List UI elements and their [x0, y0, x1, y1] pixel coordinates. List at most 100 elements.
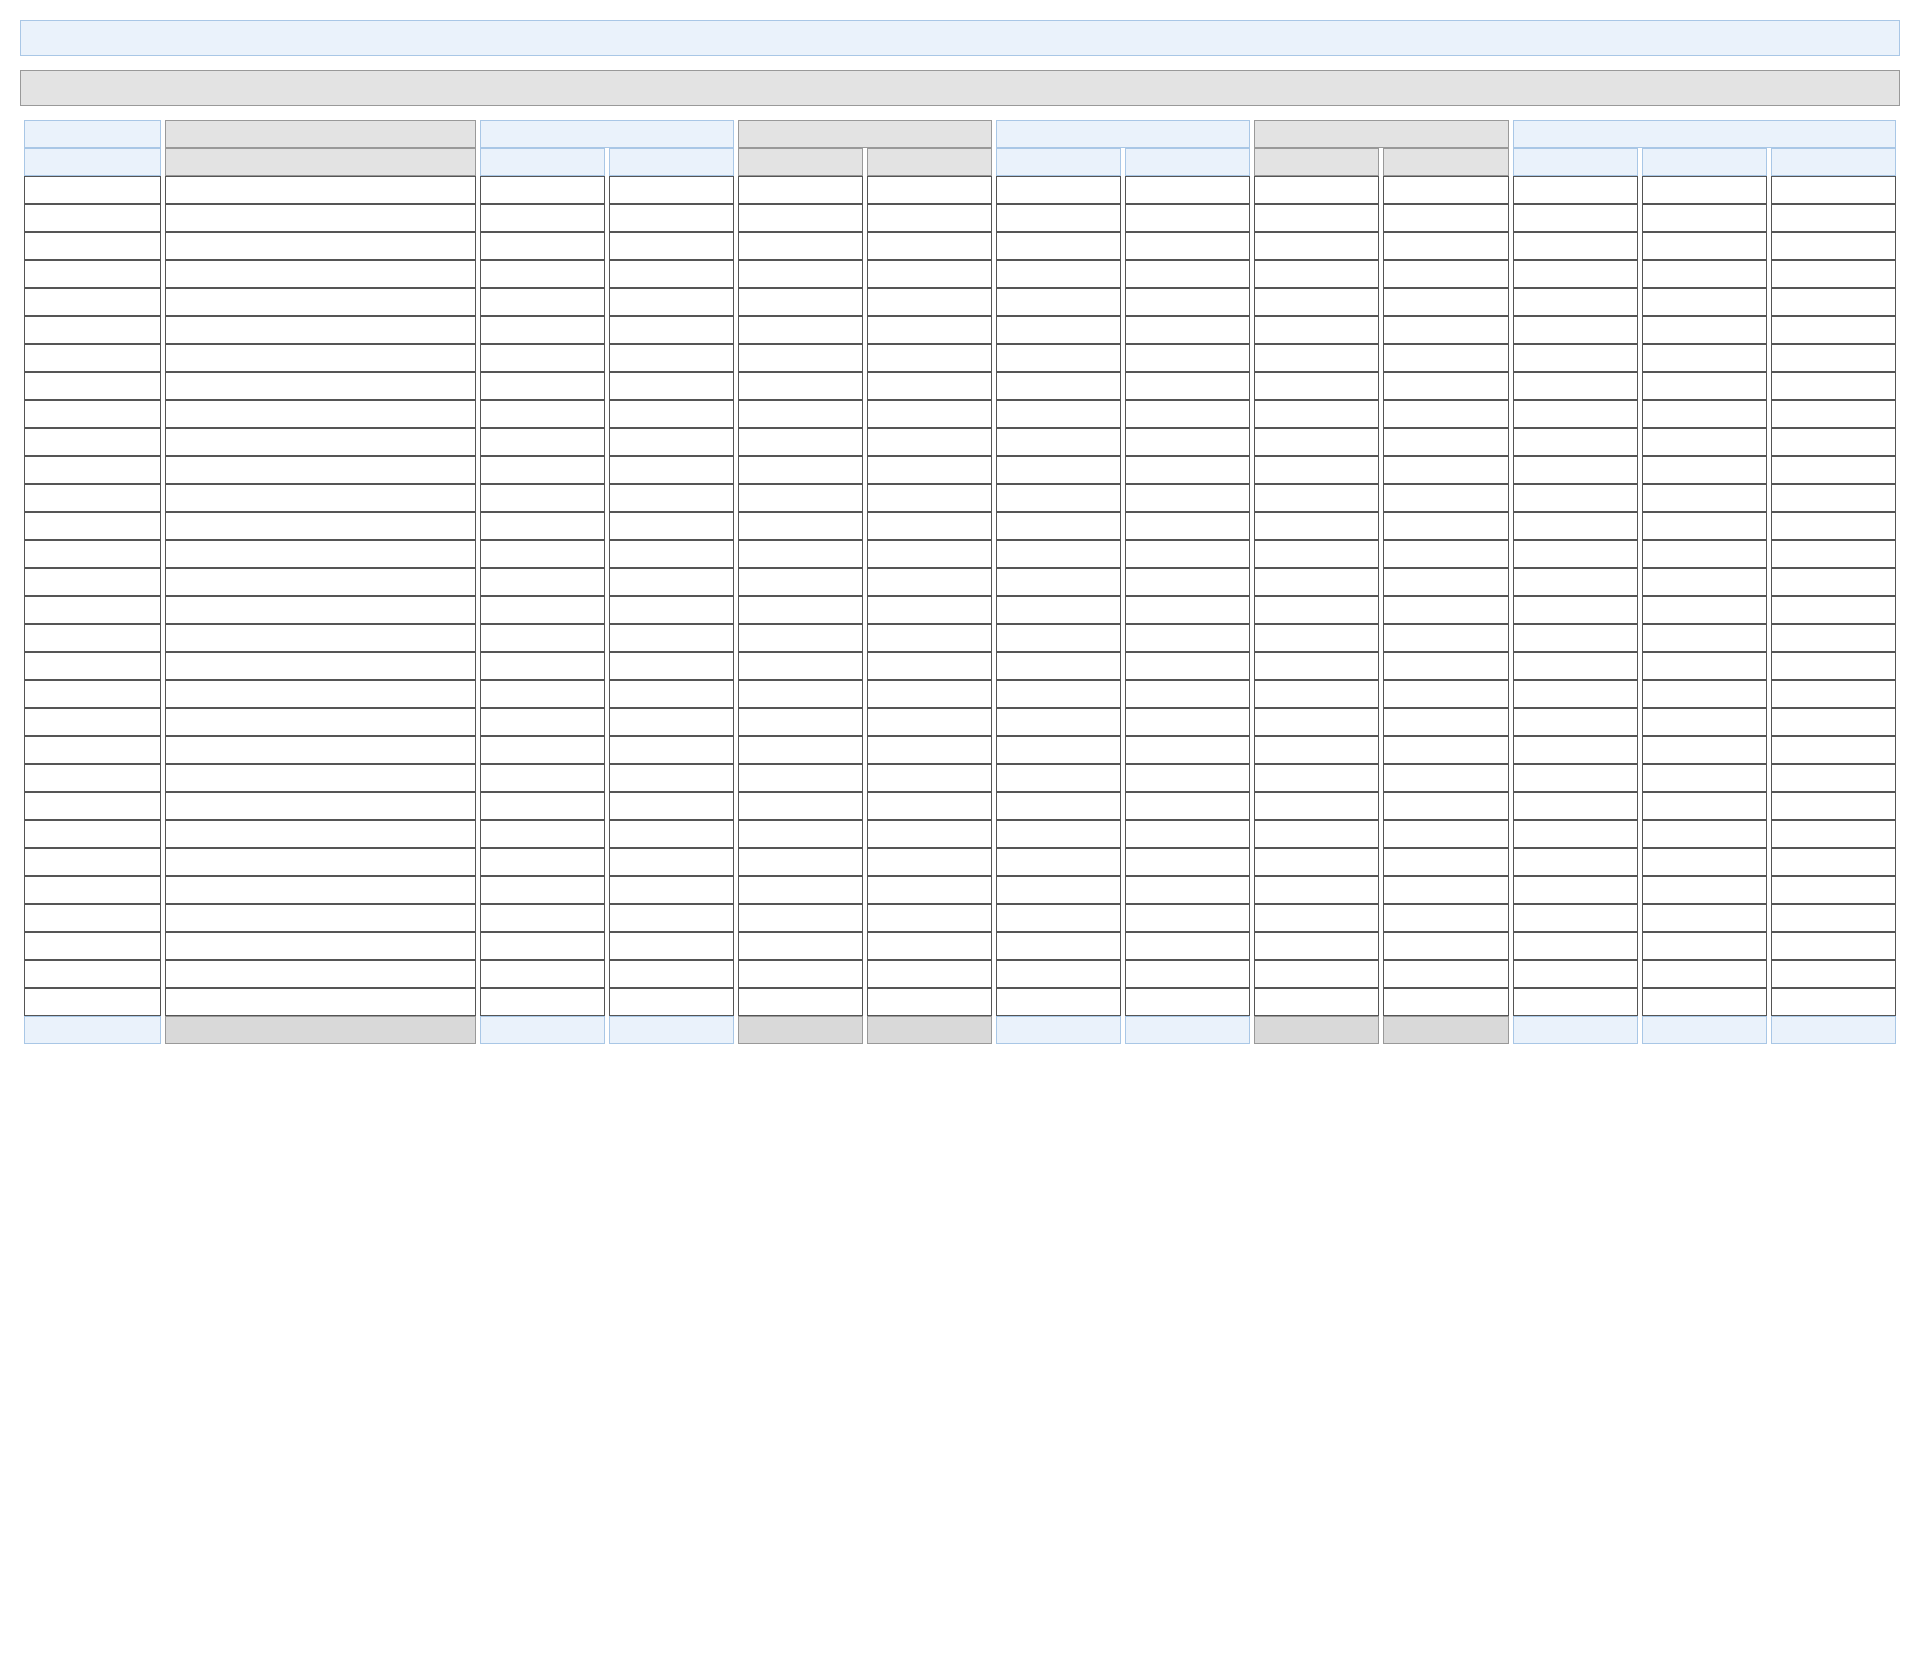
- table-cell[interactable]: [1642, 232, 1767, 260]
- table-cell[interactable]: [24, 932, 161, 960]
- table-cell[interactable]: [480, 400, 605, 428]
- table-cell[interactable]: [996, 820, 1121, 848]
- table-cell[interactable]: [609, 288, 734, 316]
- table-cell[interactable]: [480, 456, 605, 484]
- table-cell[interactable]: [609, 708, 734, 736]
- table-cell[interactable]: [165, 568, 476, 596]
- table-cell[interactable]: [24, 288, 161, 316]
- table-cell[interactable]: [1125, 904, 1250, 932]
- table-cell[interactable]: [1383, 288, 1508, 316]
- table-cell[interactable]: [609, 428, 734, 456]
- table-cell[interactable]: [24, 736, 161, 764]
- table-cell[interactable]: [1771, 820, 1896, 848]
- table-cell[interactable]: [996, 624, 1121, 652]
- table-cell[interactable]: [24, 596, 161, 624]
- table-cell[interactable]: [1642, 988, 1767, 1016]
- table-cell[interactable]: [1383, 568, 1508, 596]
- table-cell[interactable]: [480, 960, 605, 988]
- table-cell[interactable]: [1771, 344, 1896, 372]
- table-cell[interactable]: [1642, 512, 1767, 540]
- table-cell[interactable]: [480, 568, 605, 596]
- table-cell[interactable]: [1771, 484, 1896, 512]
- table-cell[interactable]: [165, 960, 476, 988]
- table-cell[interactable]: [609, 652, 734, 680]
- table-cell[interactable]: [480, 512, 605, 540]
- table-cell[interactable]: [1642, 960, 1767, 988]
- table-cell[interactable]: [996, 680, 1121, 708]
- table-cell[interactable]: [609, 876, 734, 904]
- table-cell[interactable]: [480, 876, 605, 904]
- table-cell[interactable]: [1513, 932, 1638, 960]
- table-cell[interactable]: [609, 484, 734, 512]
- table-cell[interactable]: [738, 540, 863, 568]
- table-cell[interactable]: [24, 708, 161, 736]
- table-cell[interactable]: [165, 932, 476, 960]
- table-cell[interactable]: [738, 260, 863, 288]
- table-cell[interactable]: [24, 904, 161, 932]
- table-cell[interactable]: [1642, 204, 1767, 232]
- table-cell[interactable]: [1125, 288, 1250, 316]
- table-cell[interactable]: [609, 316, 734, 344]
- table-cell[interactable]: [1125, 792, 1250, 820]
- table-cell[interactable]: [867, 456, 992, 484]
- table-cell[interactable]: [867, 876, 992, 904]
- table-cell[interactable]: [1383, 876, 1508, 904]
- table-cell[interactable]: [867, 820, 992, 848]
- table-cell[interactable]: [1125, 932, 1250, 960]
- table-cell[interactable]: [996, 848, 1121, 876]
- table-cell[interactable]: [996, 484, 1121, 512]
- table-cell[interactable]: [1125, 596, 1250, 624]
- table-cell[interactable]: [165, 876, 476, 904]
- table-cell[interactable]: [480, 988, 605, 1016]
- table-cell[interactable]: [738, 456, 863, 484]
- table-cell[interactable]: [867, 316, 992, 344]
- table-cell[interactable]: [1125, 736, 1250, 764]
- table-cell[interactable]: [24, 960, 161, 988]
- table-cell[interactable]: [24, 316, 161, 344]
- table-cell[interactable]: [738, 288, 863, 316]
- table-cell[interactable]: [1254, 848, 1379, 876]
- table-cell[interactable]: [165, 260, 476, 288]
- table-cell[interactable]: [1771, 736, 1896, 764]
- table-cell[interactable]: [996, 540, 1121, 568]
- table-cell[interactable]: [24, 512, 161, 540]
- table-cell[interactable]: [1642, 848, 1767, 876]
- table-cell[interactable]: [738, 792, 863, 820]
- table-cell[interactable]: [1513, 708, 1638, 736]
- table-cell[interactable]: [1254, 204, 1379, 232]
- table-cell[interactable]: [1125, 540, 1250, 568]
- table-cell[interactable]: [480, 596, 605, 624]
- table-cell[interactable]: [165, 680, 476, 708]
- table-cell[interactable]: [1254, 540, 1379, 568]
- table-cell[interactable]: [1513, 540, 1638, 568]
- table-cell[interactable]: [165, 736, 476, 764]
- table-cell[interactable]: [1513, 624, 1638, 652]
- table-cell[interactable]: [1125, 764, 1250, 792]
- table-cell[interactable]: [1642, 428, 1767, 456]
- table-cell[interactable]: [1513, 344, 1638, 372]
- table-cell[interactable]: [24, 652, 161, 680]
- table-cell[interactable]: [480, 792, 605, 820]
- table-cell[interactable]: [480, 680, 605, 708]
- table-cell[interactable]: [1383, 792, 1508, 820]
- table-cell[interactable]: [1254, 708, 1379, 736]
- table-cell[interactable]: [738, 960, 863, 988]
- table-cell[interactable]: [738, 372, 863, 400]
- table-cell[interactable]: [1383, 820, 1508, 848]
- table-cell[interactable]: [867, 344, 992, 372]
- table-cell[interactable]: [1254, 820, 1379, 848]
- table-cell[interactable]: [867, 260, 992, 288]
- table-cell[interactable]: [996, 344, 1121, 372]
- table-cell[interactable]: [609, 204, 734, 232]
- table-cell[interactable]: [165, 624, 476, 652]
- table-cell[interactable]: [609, 260, 734, 288]
- table-cell[interactable]: [996, 512, 1121, 540]
- table-cell[interactable]: [480, 764, 605, 792]
- table-cell[interactable]: [1383, 232, 1508, 260]
- table-cell[interactable]: [1254, 680, 1379, 708]
- table-cell[interactable]: [1513, 316, 1638, 344]
- table-cell[interactable]: [165, 232, 476, 260]
- table-cell[interactable]: [1771, 960, 1896, 988]
- table-cell[interactable]: [24, 540, 161, 568]
- table-cell[interactable]: [609, 680, 734, 708]
